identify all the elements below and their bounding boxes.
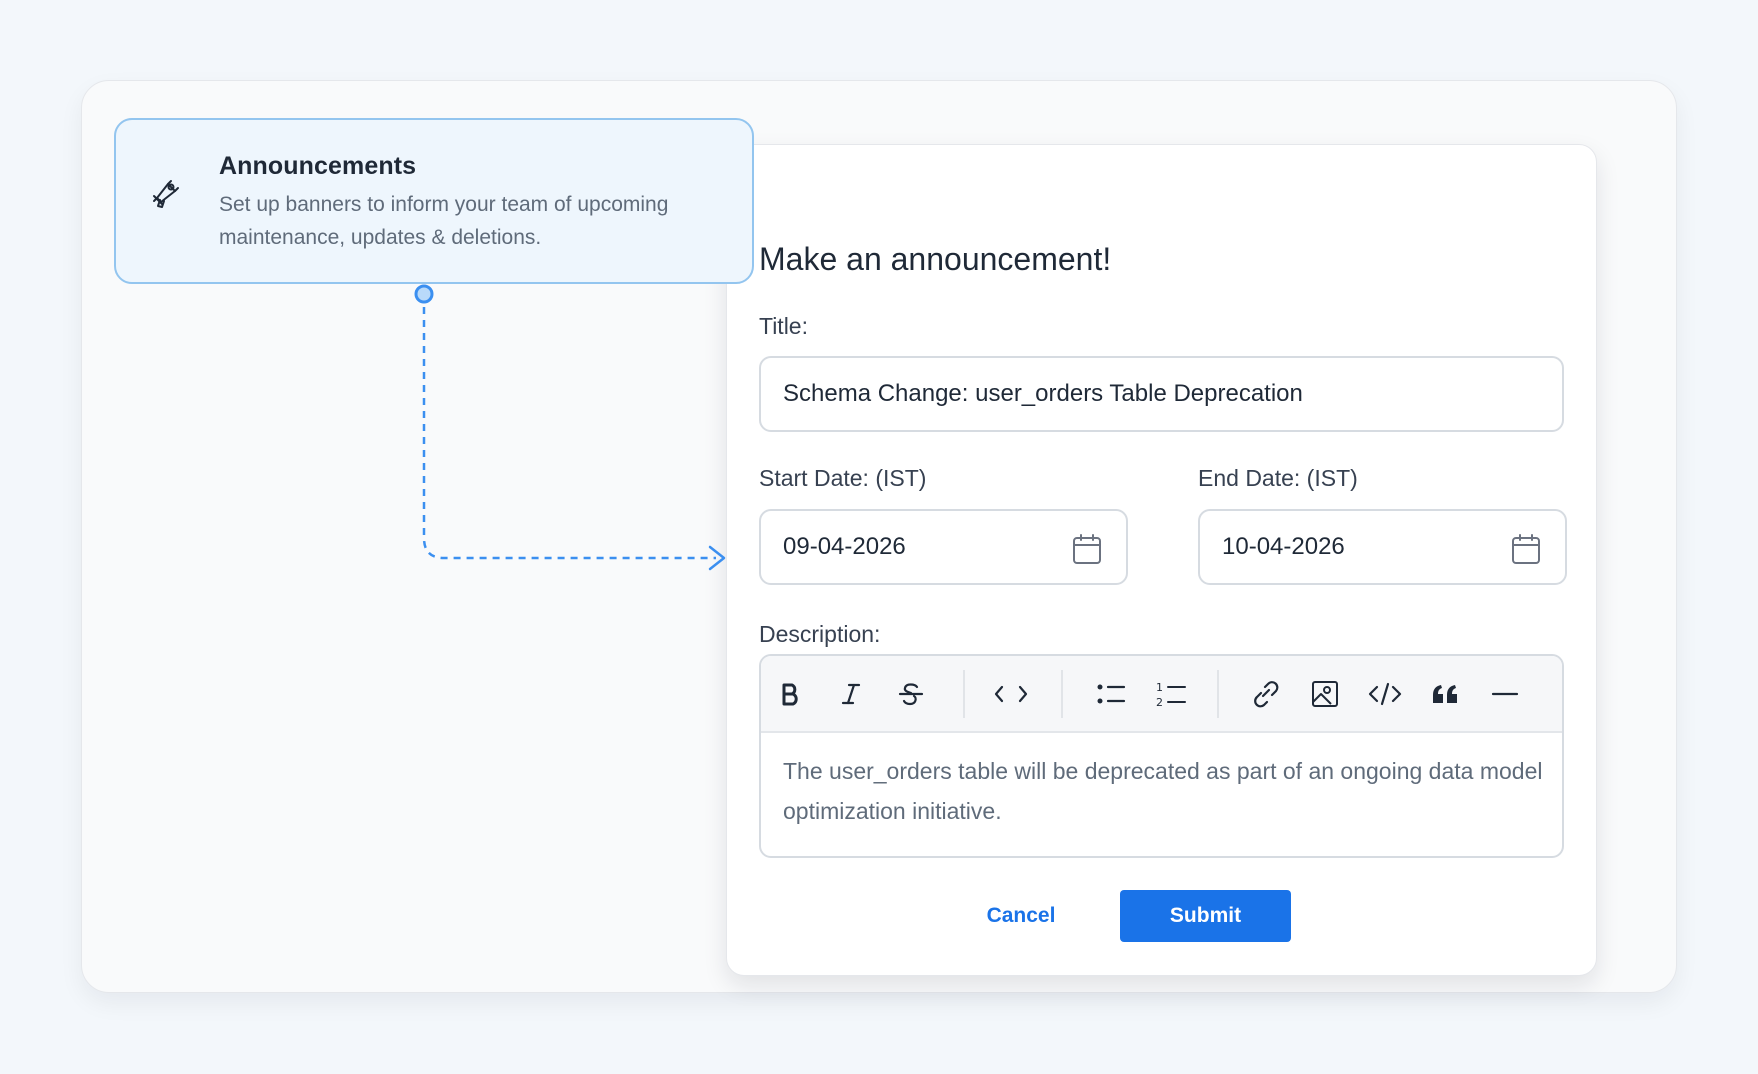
announcement-modal: Make an announcement! Title: Schema Chan… bbox=[726, 144, 1597, 976]
toolbar-separator bbox=[1061, 670, 1063, 718]
code-block-icon[interactable] bbox=[1365, 674, 1405, 714]
bullet-list-icon[interactable] bbox=[1091, 674, 1131, 714]
cancel-button[interactable]: Cancel bbox=[961, 890, 1081, 942]
italic-icon[interactable] bbox=[831, 674, 871, 714]
start-date-value: 09-04-2026 bbox=[783, 533, 906, 560]
toolbar-separator bbox=[963, 670, 965, 718]
announcements-card[interactable]: Announcements Set up banners to inform y… bbox=[114, 118, 754, 284]
calendar-icon[interactable] bbox=[1511, 533, 1541, 565]
strikethrough-icon[interactable] bbox=[891, 674, 931, 714]
description-label: Description: bbox=[759, 621, 881, 647]
start-date-input[interactable]: 09-04-2026 bbox=[759, 509, 1128, 585]
start-date-label: Start Date: (IST) bbox=[759, 465, 927, 491]
end-date-input[interactable]: 10-04-2026 bbox=[1198, 509, 1567, 585]
announcements-description: Set up banners to inform your team of up… bbox=[219, 193, 669, 249]
title-input-value: Schema Change: user_orders Table Depreca… bbox=[783, 380, 1303, 407]
end-date-label: End Date: (IST) bbox=[1198, 465, 1358, 491]
title-label: Title: bbox=[759, 313, 808, 339]
description-text[interactable]: The user_orders table will be deprecated… bbox=[783, 751, 1543, 831]
description-editor[interactable]: 1 2 The user_orders table will be deprec… bbox=[759, 654, 1564, 858]
editor-toolbar: 1 2 bbox=[761, 656, 1562, 733]
title-input[interactable]: Schema Change: user_orders Table Depreca… bbox=[759, 356, 1564, 432]
inline-code-icon[interactable] bbox=[991, 674, 1031, 714]
numbered-list-icon[interactable]: 1 2 bbox=[1151, 674, 1191, 714]
calendar-icon[interactable] bbox=[1072, 533, 1102, 565]
svg-text:2: 2 bbox=[1156, 696, 1163, 708]
horizontal-rule-icon[interactable] bbox=[1485, 674, 1525, 714]
toolbar-separator bbox=[1217, 670, 1219, 718]
modal-heading: Make an announcement! bbox=[759, 241, 1112, 277]
announcements-title: Announcements bbox=[219, 152, 417, 180]
submit-button[interactable]: Submit bbox=[1120, 890, 1291, 942]
blockquote-icon[interactable] bbox=[1425, 674, 1465, 714]
link-icon[interactable] bbox=[1245, 674, 1285, 714]
megaphone-icon bbox=[148, 176, 182, 210]
end-date-value: 10-04-2026 bbox=[1222, 533, 1345, 560]
image-icon[interactable] bbox=[1305, 674, 1345, 714]
svg-text:1: 1 bbox=[1156, 681, 1163, 694]
bold-icon[interactable] bbox=[771, 674, 811, 714]
